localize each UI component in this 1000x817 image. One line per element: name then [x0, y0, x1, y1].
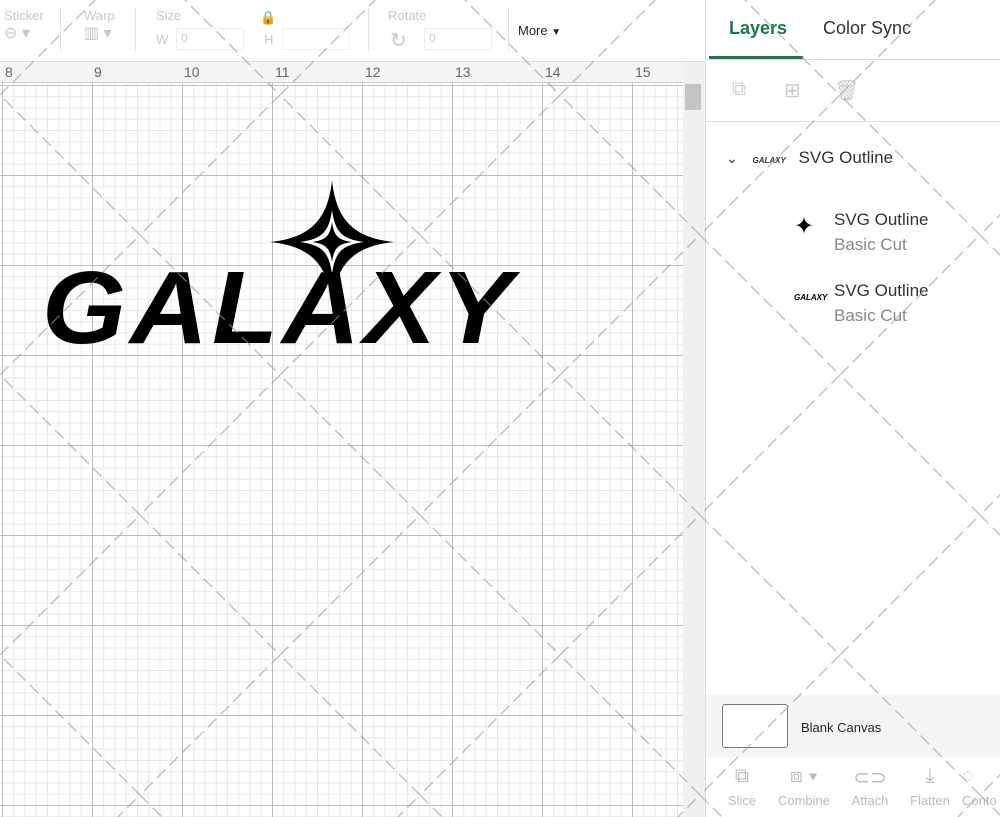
galaxy-thumbnail-icon: GALAXY [752, 156, 786, 165]
vertical-scrollbar[interactable] [683, 62, 705, 817]
warp-group[interactable]: Warp ▥ ▾ [84, 8, 115, 43]
edit-toolbar: Sticker ⊖ ▾ Warp ▥ ▾ Size W 0 🔒 H Rotate ↻… [0, 0, 705, 62]
caret-down-icon: ▼ [551, 27, 562, 38]
lock-icon[interactable]: 🔒 [260, 10, 276, 26]
ruler-tick: 15 [635, 64, 651, 80]
combine-icon: ⧈ ▾ [789, 765, 819, 787]
layer-item[interactable]: SVG Outline Basic Cut [834, 278, 929, 328]
group-row[interactable]: ⌄ GALAXY SVG Outline [726, 148, 893, 168]
layers-panel: Layers Color Sync ⧉ ⊞ 🗑 ⌄ GALAXY SVG Out… [705, 0, 1000, 817]
ruler-tick: 8 [5, 64, 13, 80]
divider [368, 8, 369, 52]
ruler-tick: 14 [545, 64, 561, 80]
slice-icon: ⧉ [734, 765, 750, 787]
divider [135, 8, 136, 52]
rotate-input[interactable]: 0 [424, 28, 492, 50]
scroll-thumb[interactable] [685, 84, 701, 110]
divider [706, 121, 1000, 122]
ruler-tick: 10 [184, 64, 200, 80]
group-icon[interactable]: ⧉ [732, 78, 746, 101]
size-label: Size [156, 8, 182, 23]
star-thumbnail-icon: ✦ [794, 213, 815, 240]
tab-color-sync[interactable]: Color Sync [823, 18, 911, 39]
horizontal-ruler: 8 9 10 11 12 13 14 15 [0, 62, 683, 83]
ruler-tick: 12 [365, 64, 381, 80]
flatten-icon: ⤓ [925, 765, 935, 787]
slice-button[interactable]: ⧉ Slice [712, 765, 772, 808]
ruler-tick: 13 [455, 64, 471, 80]
duplicate-icon[interactable]: ⊞ [784, 78, 801, 103]
flatten-button[interactable]: ⤓ Flatten [900, 765, 960, 808]
warp-icon: ▥ ▾ [84, 25, 112, 42]
height-label: H [264, 32, 274, 47]
galaxy-text-shape[interactable]: GALAXY [42, 248, 516, 367]
sticker-group[interactable]: Sticker ⊖ ▾ [4, 8, 44, 43]
divider [60, 8, 61, 52]
rotate-label: Rotate [388, 8, 427, 23]
width-label: W [156, 32, 169, 47]
ruler-tick: 9 [94, 64, 102, 80]
rotate-icon: ↻ [390, 30, 407, 52]
height-input[interactable] [282, 28, 350, 50]
attach-icon: ⊂⊃ [853, 767, 887, 789]
ruler-tick: 11 [275, 64, 290, 80]
contour-button[interactable]: ◌ Conto [962, 765, 1000, 808]
delete-icon[interactable]: 🗑 [834, 78, 859, 103]
tab-layers[interactable]: Layers [729, 18, 787, 39]
layer-item[interactable]: SVG Outline Basic Cut [834, 207, 929, 257]
galaxy-thumbnail-icon: GALAXY [794, 293, 828, 302]
contour-icon: ◌ [962, 765, 974, 787]
divider [508, 8, 509, 52]
chevron-down-icon[interactable]: ⌄ [726, 150, 738, 166]
blank-canvas-row[interactable]: Blank Canvas [706, 695, 1000, 757]
attach-button[interactable]: ⊂⊃ Attach [840, 765, 900, 808]
width-input[interactable]: 0 [176, 28, 244, 50]
canvas-thumbnail [722, 704, 788, 748]
design-canvas[interactable]: GALAXY [0, 83, 683, 817]
more-button[interactable]: More ▼ [518, 23, 561, 38]
divider [706, 59, 1000, 60]
sticker-icon: ⊖ ▾ [4, 25, 30, 42]
combine-button[interactable]: ⧈ ▾ Combine [774, 765, 834, 808]
